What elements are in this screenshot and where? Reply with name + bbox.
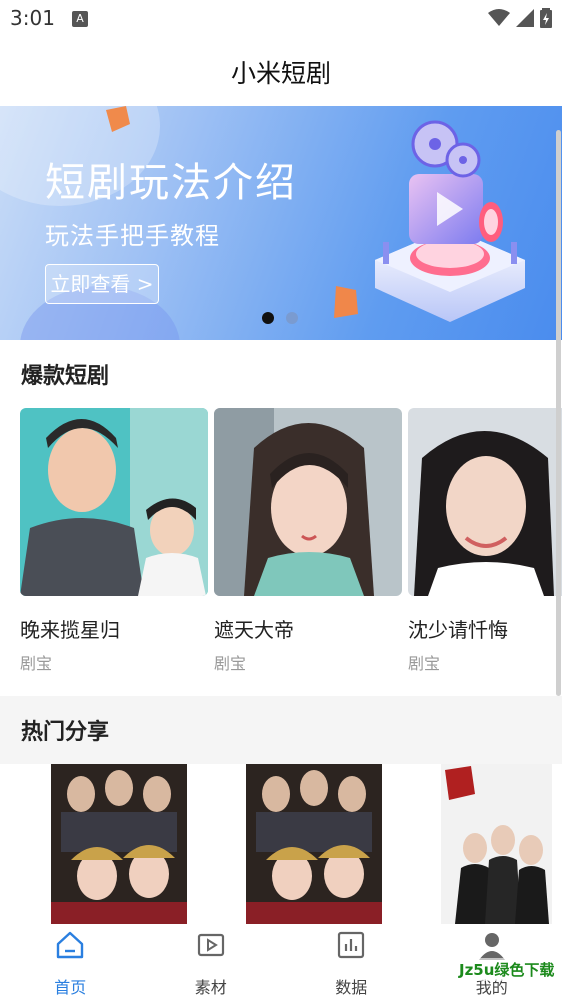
hot-share-list (0, 764, 562, 924)
drama-name: 沈少请忏悔 (408, 618, 508, 642)
nav-label: 素材 (194, 978, 227, 997)
drama-source: 剧宝 (20, 654, 53, 673)
nav-label: 首页 (54, 978, 87, 997)
nav-home[interactable]: 首页 (0, 924, 141, 999)
cube-decoration-icon (106, 106, 130, 132)
banner-title: 短剧玩法介绍 (45, 160, 297, 206)
status-bar: 3:01 A (0, 0, 562, 38)
drama-card[interactable]: 遮天大帝 剧宝 (214, 408, 402, 673)
signal-icon (516, 9, 534, 27)
drama-card[interactable]: 晚来揽星归 剧宝 (20, 408, 208, 673)
drama-poster[interactable] (214, 408, 402, 596)
drama-name: 遮天大帝 (214, 618, 294, 642)
battery-icon (540, 8, 552, 28)
hot-share-header: 热门分享 (0, 696, 562, 764)
share-poster[interactable] (51, 764, 187, 924)
video-icon (197, 933, 224, 957)
share-poster[interactable] (246, 764, 382, 924)
drama-source: 剧宝 (408, 654, 441, 673)
status-icons (488, 8, 552, 28)
bar-chart-icon (338, 931, 365, 959)
page-title: 小米短剧 (230, 59, 331, 88)
wifi-icon (488, 9, 510, 26)
nav-label: 数据 (335, 978, 368, 997)
hot-dramas-list: 晚来揽星归 剧宝 遮天大帝 剧宝 沈少请忏悔 剧宝 (20, 408, 562, 688)
drama-name: 晚来揽星归 (20, 618, 120, 642)
home-icon (57, 931, 84, 959)
pagination-dot[interactable] (286, 312, 298, 324)
status-time: 3:01 (10, 6, 55, 30)
drama-source: 剧宝 (214, 654, 247, 673)
user-icon (478, 933, 505, 960)
hot-dramas-title: 爆款短剧 (21, 364, 110, 389)
notification-icon: A (72, 11, 88, 27)
film-projector-icon (375, 120, 525, 322)
banner-pagination (262, 312, 298, 324)
nav-data[interactable]: 数据 (281, 924, 422, 999)
nav-materials[interactable]: 素材 (141, 924, 282, 999)
banner-subtitle: 玩法手把手教程 (45, 222, 220, 250)
cube-decoration-icon (334, 286, 358, 318)
share-poster[interactable] (441, 764, 552, 924)
hot-share-title: 热门分享 (21, 720, 110, 745)
drama-poster[interactable] (408, 408, 562, 596)
scrollbar[interactable] (556, 130, 561, 696)
drama-card[interactable]: 沈少请忏悔 剧宝 (408, 408, 562, 673)
promo-banner[interactable]: 短剧玩法介绍 玩法手把手教程 立即查看 > (0, 106, 562, 340)
title-bar: 小米短剧 (0, 38, 562, 106)
view-now-button[interactable]: 立即查看 > (45, 264, 159, 304)
drama-poster[interactable] (20, 408, 208, 596)
pagination-dot-active[interactable] (262, 312, 274, 324)
watermark: Jz5u绿色下载 (456, 958, 558, 981)
